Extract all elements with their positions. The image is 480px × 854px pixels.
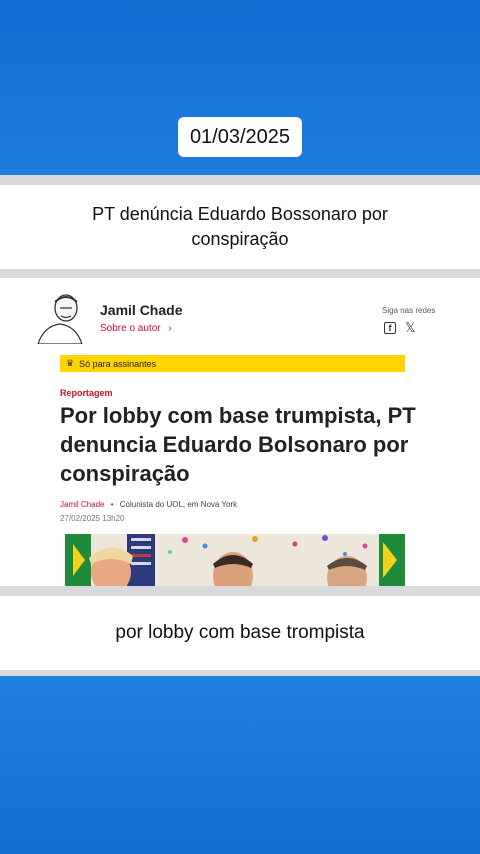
- article-title: Por lobby com base trumpista, PT denunci…: [60, 403, 416, 486]
- caption-box: por lobby com base trompista: [0, 596, 480, 670]
- x-twitter-icon[interactable]: 𝕏: [405, 320, 415, 336]
- about-author-link[interactable]: Sobre o autor ›: [100, 323, 172, 334]
- facebook-icon[interactable]: f: [384, 322, 396, 334]
- author-name[interactable]: Jamil Chade: [100, 302, 182, 318]
- about-author-label: Sobre o autor: [100, 323, 161, 334]
- headline-box: PT denúncia Eduardo Bossonaro por conspi…: [0, 185, 480, 269]
- byline-role: Colunista do UOL, em Nova York: [119, 500, 238, 509]
- bottom-background: [0, 676, 480, 854]
- divider-strip: [0, 175, 480, 185]
- article-kicker: Reportagem: [60, 388, 113, 398]
- crown-icon: ♛: [66, 358, 75, 368]
- divider-strip: [0, 269, 480, 278]
- chevron-right-icon: ›: [168, 323, 172, 334]
- article-screenshot: Jamil Chade Sobre o autor › Siga nas red…: [0, 278, 480, 586]
- byline: Jamil Chade • Colunista do UOL, em Nova …: [60, 500, 237, 509]
- subscriber-label: Só para assinantes: [79, 358, 157, 369]
- byline-separator: •: [110, 500, 114, 509]
- author-avatar: [37, 294, 83, 344]
- headline-text: PT denúncia Eduardo Bossonaro por conspi…: [92, 204, 388, 249]
- article-timestamp: 27/02/2025 13h20: [60, 514, 125, 523]
- divider-strip: [0, 586, 480, 596]
- byline-author[interactable]: Jamil Chade: [60, 500, 104, 509]
- subscriber-bar: ♛ Só para assinantes: [60, 355, 405, 372]
- article-photo: [65, 534, 405, 586]
- caption-text: por lobby com base trompista: [115, 622, 365, 643]
- date-badge: 01/03/2025: [178, 117, 302, 157]
- social-label: Siga nas redes: [382, 306, 436, 315]
